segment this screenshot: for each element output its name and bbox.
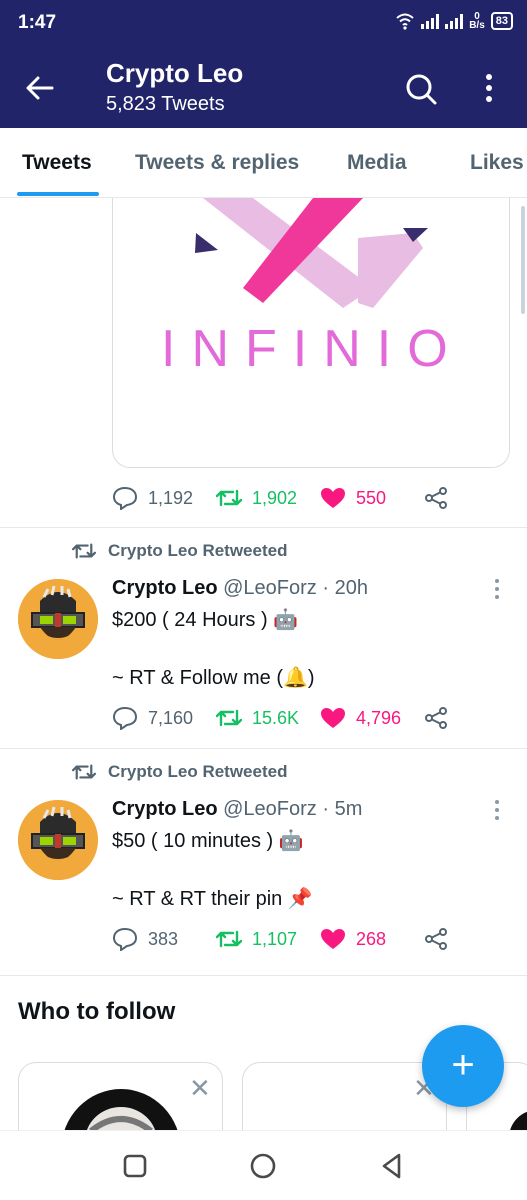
like-count: 4,796 <box>356 707 402 728</box>
tweet-text-line: ~ RT & RT their pin 📌 <box>112 888 313 910</box>
battery-icon: 83 <box>490 12 513 30</box>
reply-button[interactable]: 383 <box>112 927 216 951</box>
page-title: Crypto Leo <box>106 58 244 88</box>
retweet-count: 15.6K <box>252 707 300 728</box>
retweeted-by-text: Crypto Leo Retweeted <box>108 541 288 560</box>
retweet-icon <box>216 489 242 507</box>
like-button[interactable]: 4,796 <box>320 707 424 729</box>
tab-tweets-replies[interactable]: Tweets & replies <box>135 151 299 175</box>
logo-text: INFINIO <box>161 320 464 378</box>
tweet-count: 5,823 Tweets <box>106 93 225 115</box>
author-handle[interactable]: @LeoForz <box>223 798 317 820</box>
reply-icon <box>112 486 138 510</box>
tab-tweets[interactable]: Tweets <box>22 151 92 175</box>
signal-icon <box>445 13 464 29</box>
retweet-button[interactable]: 1,902 <box>216 487 320 509</box>
reply-count: 1,192 <box>148 487 194 508</box>
tab-media[interactable]: Media <box>347 151 407 175</box>
author-name[interactable]: Crypto Leo <box>112 577 218 599</box>
net-speed: 0 B/s <box>469 12 485 31</box>
compose-tweet-button[interactable]: + <box>422 1025 504 1107</box>
retweeted-label: Crypto Leo Retweeted <box>72 541 287 561</box>
retweet-button[interactable]: 15.6K <box>216 707 320 729</box>
like-button[interactable]: 550 <box>320 487 424 509</box>
search-icon[interactable] <box>404 72 438 106</box>
tweet-text-line: $200 ( 24 Hours ) 🤖 <box>112 609 299 631</box>
scrollbar[interactable] <box>521 206 525 314</box>
separator: · <box>322 577 330 599</box>
tweet-time: 5m <box>334 798 363 820</box>
reply-count: 383 <box>148 928 179 949</box>
net-speed-unit: B/s <box>469 20 485 31</box>
retweet-icon <box>216 709 242 727</box>
avatar-image <box>18 800 98 880</box>
tweet-time: 20h <box>334 577 368 599</box>
status-time: 1:47 <box>18 12 57 33</box>
status-icons: 0 B/s 83 <box>395 12 513 31</box>
retweet-count: 1,107 <box>252 928 298 949</box>
tweet-actions: 383 1,107 268 <box>112 927 448 951</box>
back-icon[interactable] <box>377 1151 407 1181</box>
reply-count: 7,160 <box>148 707 194 728</box>
retweeted-label: Crypto Leo Retweeted <box>72 762 287 782</box>
share-icon[interactable] <box>424 706 448 730</box>
recent-apps-icon[interactable] <box>120 1151 150 1181</box>
divider <box>0 527 527 528</box>
close-icon[interactable]: ✕ <box>189 1075 211 1101</box>
like-button[interactable]: 268 <box>320 928 424 950</box>
author-name[interactable]: Crypto Leo <box>112 798 218 820</box>
wifi-icon <box>396 13 414 30</box>
system-nav-bar <box>0 1130 527 1200</box>
heart-icon <box>321 488 345 508</box>
retweet-icon <box>72 764 96 780</box>
tweet-actions: 1,192 1,902 550 <box>112 486 448 510</box>
avatar-image <box>18 579 98 659</box>
avatar[interactable] <box>18 579 98 659</box>
retweet-icon <box>216 930 242 948</box>
tab-likes[interactable]: Likes <box>470 151 524 175</box>
tab-indicator <box>17 192 99 196</box>
like-count: 268 <box>356 928 387 949</box>
who-to-follow-title: Who to follow <box>18 998 176 1025</box>
arrow-left-icon[interactable] <box>22 70 58 106</box>
tweet-media-image[interactable]: INFINIO <box>112 198 510 468</box>
more-vertical-icon[interactable] <box>491 798 503 822</box>
more-vertical-icon[interactable] <box>491 577 503 601</box>
heart-icon <box>321 929 345 949</box>
retweet-count: 1,902 <box>252 487 298 508</box>
retweeted-by-text: Crypto Leo Retweeted <box>108 762 288 781</box>
divider <box>0 975 527 976</box>
tweet-text-line: $50 ( 10 minutes ) 🤖 <box>112 830 304 852</box>
top-bar: 1:47 0 B/s 83 Crypto Leo 5,823 Tweets <box>0 0 527 128</box>
like-count: 550 <box>356 487 387 508</box>
share-icon[interactable] <box>424 927 448 951</box>
tweet-header: Crypto Leo @LeoForz · 5m <box>112 798 362 821</box>
author-handle[interactable]: @LeoForz <box>223 577 317 599</box>
reply-icon <box>112 927 138 951</box>
infinio-logo-image: INFINIO <box>161 198 464 378</box>
retweet-button[interactable]: 1,107 <box>216 928 320 950</box>
share-icon[interactable] <box>424 486 448 510</box>
retweet-icon <box>72 543 96 559</box>
profile-tabs: Tweets Tweets & replies Media Likes <box>0 128 527 198</box>
avatar[interactable] <box>18 800 98 880</box>
tweet-actions: 7,160 15.6K 4,796 <box>112 706 448 730</box>
heart-icon <box>321 708 345 728</box>
reply-button[interactable]: 1,192 <box>112 486 216 510</box>
home-icon[interactable] <box>248 1151 278 1181</box>
divider <box>0 748 527 749</box>
status-bar: 1:47 0 B/s 83 <box>0 0 527 46</box>
reply-button[interactable]: 7,160 <box>112 706 216 730</box>
plus-icon: + <box>451 1043 475 1087</box>
separator: · <box>322 798 330 820</box>
more-vertical-icon[interactable] <box>478 70 500 106</box>
tweet-text-line: ~ RT & Follow me (🔔) <box>112 667 315 689</box>
reply-icon <box>112 706 138 730</box>
signal-icon <box>421 13 440 29</box>
tweet-header: Crypto Leo @LeoForz · 20h <box>112 577 368 600</box>
battery-level: 83 <box>495 15 508 27</box>
